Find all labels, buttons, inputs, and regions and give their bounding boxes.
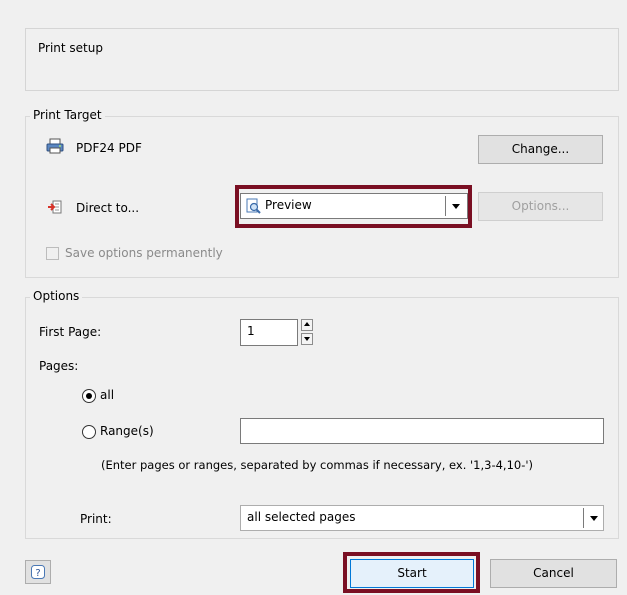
cancel-button[interactable]: Cancel <box>490 559 617 588</box>
change-button[interactable]: Change... <box>478 135 603 164</box>
print-setup-panel: Print setup <box>25 28 619 91</box>
printer-name: PDF24 PDF <box>76 141 142 155</box>
direct-to-label: Direct to... <box>76 201 140 215</box>
chevron-down-icon[interactable] <box>590 516 598 521</box>
preview-icon <box>246 198 261 214</box>
change-button-label: Change... <box>511 142 570 156</box>
direct-to-dropdown[interactable]: Preview <box>240 193 468 219</box>
options-button[interactable]: Options... <box>478 192 603 221</box>
direct-to-icon <box>48 200 62 214</box>
direct-to-value: Preview <box>265 198 312 212</box>
print-setup-label: Print setup <box>38 41 103 55</box>
printer-icon <box>46 138 64 154</box>
save-options-checkbox[interactable] <box>46 247 59 260</box>
range-radio[interactable] <box>82 425 96 439</box>
direct-to-dropdown-separator <box>445 196 446 216</box>
first-page-label: First Page: <box>39 325 102 339</box>
help-icon: ? <box>31 565 45 579</box>
print-label: Print: <box>80 512 112 526</box>
first-page-input[interactable]: 1 <box>240 319 298 346</box>
range-input[interactable] <box>240 418 604 444</box>
pages-label: Pages: <box>39 359 79 373</box>
print-dropdown-separator <box>583 508 584 528</box>
range-label: Range(s) <box>100 424 154 438</box>
chevron-down-icon[interactable] <box>452 204 460 209</box>
print-value: all selected pages <box>247 510 356 524</box>
cancel-button-label: Cancel <box>533 566 574 580</box>
first-page-value: 1 <box>247 324 255 338</box>
options-button-label: Options... <box>511 199 570 213</box>
print-target-legend: Print Target <box>30 108 105 122</box>
all-radio[interactable] <box>82 389 96 403</box>
start-button[interactable]: Start <box>350 559 474 588</box>
options-legend: Options <box>30 289 83 303</box>
save-options-label: Save options permanently <box>65 246 223 260</box>
first-page-spin-up[interactable] <box>301 319 313 331</box>
range-hint: (Enter pages or ranges, separated by com… <box>101 458 534 472</box>
help-button[interactable]: ? <box>25 560 51 584</box>
all-label: all <box>100 388 115 402</box>
print-dropdown[interactable]: all selected pages <box>240 505 604 531</box>
start-button-label: Start <box>397 566 427 580</box>
first-page-spin-down[interactable] <box>301 333 313 345</box>
svg-text:?: ? <box>35 568 40 579</box>
